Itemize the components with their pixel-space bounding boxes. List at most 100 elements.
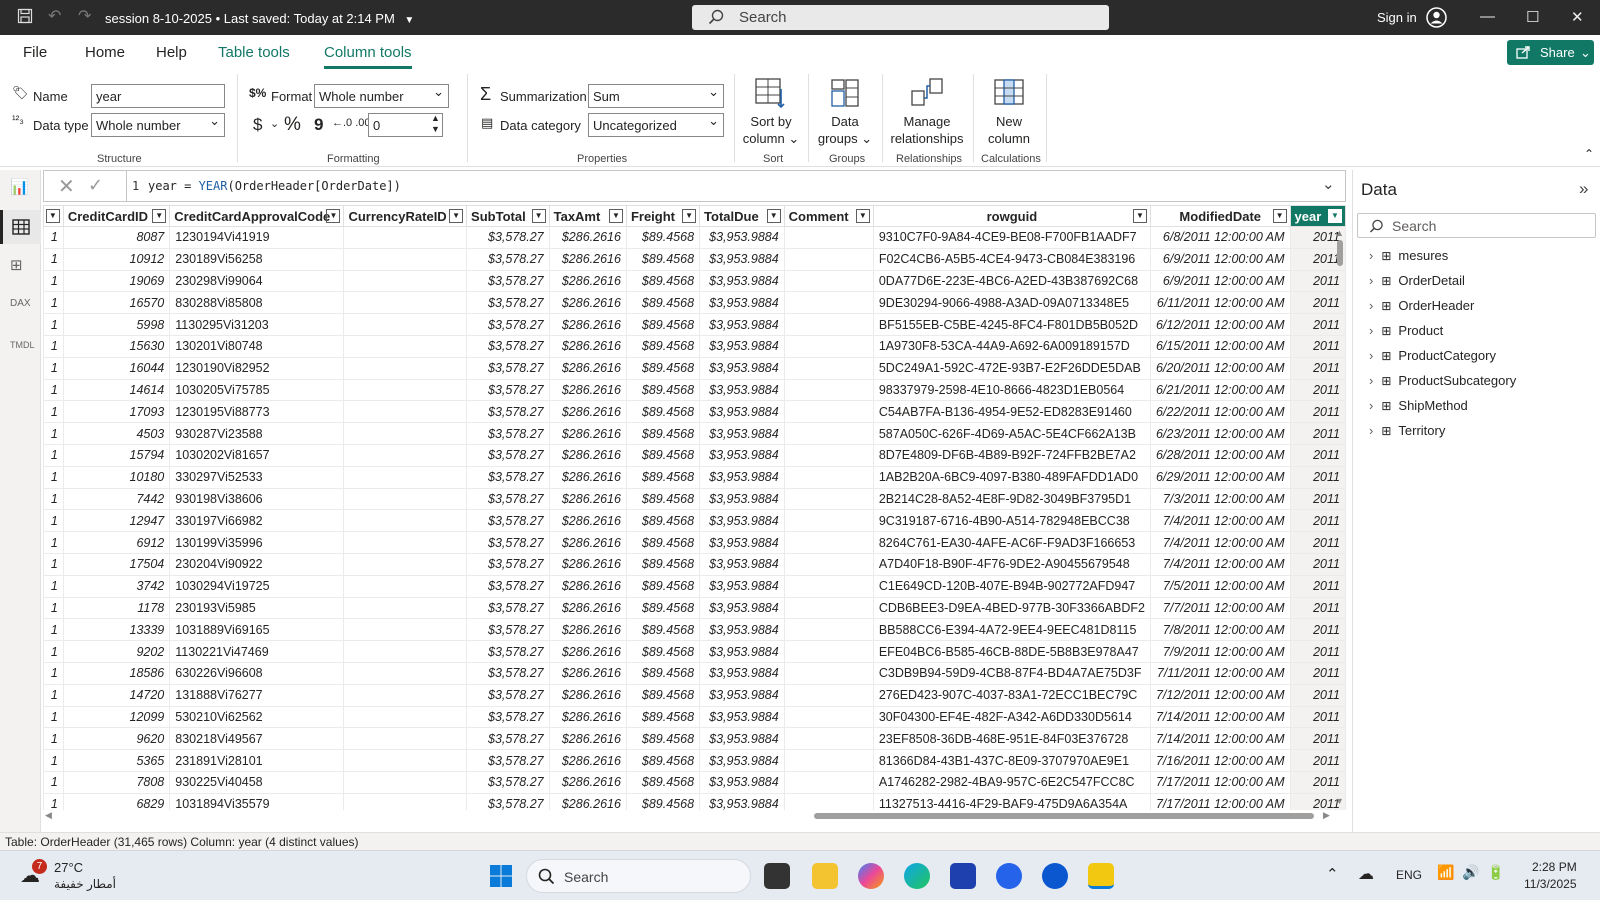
table-row[interactable]: 1 16044 1230190Vi82952 $3,578.27 $286.2616 $8… xyxy=(43,356,1346,380)
table-cell[interactable]: $3,953.9884 xyxy=(699,574,785,598)
table-cell[interactable]: 130199Vi35996 xyxy=(169,531,345,554)
chevron-right-icon[interactable]: › xyxy=(1369,348,1373,363)
column-header[interactable]: SubTotal ▼ xyxy=(466,205,550,227)
table-cell[interactable]: F02C4CB6-A5B5-4CE4-9473-CB084E383196 xyxy=(872,247,1151,271)
table-cell[interactable]: $3,953.9884 xyxy=(699,443,785,467)
table-cell[interactable]: $286.2616 xyxy=(548,313,627,336)
table-cell[interactable]: 5365 xyxy=(62,749,171,772)
row-cell-first[interactable]: 1 xyxy=(43,291,64,315)
table-cell[interactable]: $3,578.27 xyxy=(466,770,550,794)
table-cell[interactable]: $3,578.27 xyxy=(466,334,550,358)
table-cell[interactable]: 230189Vi56258 xyxy=(169,247,345,271)
table-cell[interactable] xyxy=(783,291,874,315)
table-cell[interactable]: 330297Vi52533 xyxy=(169,465,345,489)
row-cell-first[interactable]: 1 xyxy=(43,465,64,489)
file-explorer-icon[interactable] xyxy=(812,863,838,889)
commit-formula-icon[interactable]: ✓ xyxy=(88,175,103,196)
copilot-icon[interactable] xyxy=(858,863,884,889)
scroll-thumb[interactable] xyxy=(814,813,1314,819)
table-cell[interactable] xyxy=(343,291,468,315)
table-cell[interactable]: 7808 xyxy=(62,770,171,794)
table-cell[interactable]: 7/8/2011 12:00:00 AM xyxy=(1149,618,1291,642)
edge-icon[interactable] xyxy=(904,863,930,889)
table-cell[interactable]: 530210Vi62562 xyxy=(169,705,345,729)
table-cell[interactable] xyxy=(343,226,468,249)
volume-icon[interactable]: 🔊 xyxy=(1462,864,1479,881)
table-cell[interactable]: $3,953.9884 xyxy=(699,465,785,489)
table-row[interactable]: 1 16570 830288Vi85808 $3,578.27 $286.2616 $89… xyxy=(43,291,1346,315)
row-cell-first[interactable]: 1 xyxy=(43,247,64,271)
table-cell[interactable] xyxy=(783,749,874,772)
table-cell[interactable]: 8087 xyxy=(62,226,171,249)
table-cell[interactable]: $3,953.9884 xyxy=(699,378,785,402)
table-cell[interactable] xyxy=(783,378,874,402)
power-bi-icon[interactable] xyxy=(1088,863,1114,889)
filter-dropdown-icon[interactable]: ▼ xyxy=(766,209,781,223)
table-cell[interactable]: $3,953.9884 xyxy=(699,291,785,315)
table-cell[interactable]: $3,953.9884 xyxy=(699,749,785,772)
table-cell[interactable]: $286.2616 xyxy=(548,661,627,685)
table-cell[interactable] xyxy=(343,727,468,751)
table-row[interactable]: 1 3742 1030294Vi19725 $3,578.27 $286.2616 $89… xyxy=(43,574,1346,598)
data-pane-table-item[interactable]: › ⊞ OrderHeader xyxy=(1369,298,1474,313)
table-cell[interactable]: $3,578.27 xyxy=(466,661,550,685)
table-cell[interactable]: $286.2616 xyxy=(548,749,627,772)
table-cell[interactable] xyxy=(783,792,874,810)
table-cell[interactable]: 81366D84-43B1-437C-8E09-3707970AE9E1 xyxy=(872,749,1151,772)
minimize-icon[interactable]: — xyxy=(1480,8,1495,25)
save-icon[interactable] xyxy=(17,8,33,29)
weather-desc[interactable]: أمطار خفيفة xyxy=(54,877,116,891)
chevron-right-icon[interactable]: › xyxy=(1369,423,1373,438)
row-cell-first[interactable]: 1 xyxy=(43,443,64,467)
row-cell-first[interactable]: 1 xyxy=(43,269,64,293)
table-cell[interactable]: $286.2616 xyxy=(548,291,627,315)
row-cell-first[interactable]: 1 xyxy=(43,313,64,336)
weather-temp[interactable]: 27°C xyxy=(54,860,83,875)
summarization-select[interactable]: Sum xyxy=(588,84,724,108)
table-cell[interactable]: $286.2616 xyxy=(548,596,627,620)
table-cell[interactable]: 11327513-4416-4F29-BAF9-475D9A6A354A xyxy=(872,792,1151,810)
table-cell[interactable]: $89.4568 xyxy=(625,531,701,554)
table-cell[interactable]: 8264C761-EA30-4AFE-AC6F-F9AD3F166653 xyxy=(872,531,1151,554)
menu-file[interactable]: File xyxy=(23,44,47,61)
table-cell[interactable]: 7/14/2011 12:00:00 AM xyxy=(1149,705,1291,729)
table-cell[interactable] xyxy=(343,574,468,598)
table-cell[interactable] xyxy=(783,552,874,576)
table-cell[interactable]: $3,578.27 xyxy=(466,749,550,772)
chevron-right-icon[interactable]: › xyxy=(1369,373,1373,388)
data-pane-table-item[interactable]: › ⊞ OrderDetail xyxy=(1369,273,1465,288)
table-cell[interactable]: 6829 xyxy=(62,792,171,810)
table-cell[interactable]: $286.2616 xyxy=(548,465,627,489)
menu-column-tools[interactable]: Column tools xyxy=(324,44,412,69)
table-cell[interactable]: $3,578.27 xyxy=(466,443,550,467)
table-cell[interactable]: $3,578.27 xyxy=(466,269,550,293)
table-cell[interactable]: 1230195Vi88773 xyxy=(169,400,345,424)
table-cell[interactable]: C54AB7FA-B136-4954-9E52-ED8283E91460 xyxy=(872,400,1151,424)
table-cell[interactable]: $3,953.9884 xyxy=(699,247,785,271)
table-cell[interactable]: $3,953.9884 xyxy=(699,596,785,620)
chevron-right-icon[interactable]: › xyxy=(1369,323,1373,338)
table-cell[interactable]: 7/11/2011 12:00:00 AM xyxy=(1149,661,1291,685)
table-cell[interactable]: $3,953.9884 xyxy=(699,792,785,810)
table-row[interactable]: 1 14720 131888Vi76277 $3,578.27 $286.2616 $89… xyxy=(43,683,1346,707)
expand-formula-icon[interactable]: ⌄ xyxy=(1322,175,1335,193)
table-cell[interactable]: 5998 xyxy=(62,313,171,336)
table-cell[interactable]: $89.4568 xyxy=(625,247,701,271)
filter-dropdown-icon[interactable]: ▼ xyxy=(855,209,870,223)
table-cell[interactable] xyxy=(343,400,468,424)
row-cell-first[interactable]: 1 xyxy=(43,422,64,445)
table-cell[interactable] xyxy=(783,661,874,685)
row-cell-first[interactable]: 1 xyxy=(43,509,64,533)
table-cell[interactable] xyxy=(783,247,874,271)
table-cell[interactable]: 16570 xyxy=(62,291,171,315)
table-cell[interactable]: $3,578.27 xyxy=(466,683,550,707)
row-cell-first[interactable]: 1 xyxy=(43,683,64,707)
filter-dropdown-icon[interactable]: ▼ xyxy=(152,209,167,223)
table-cell[interactable]: 1130295Vi31203 xyxy=(169,313,345,336)
table-row[interactable]: 1 7442 930198Vi38606 $3,578.27 $286.2616 $89.… xyxy=(43,487,1346,511)
table-cell[interactable]: 6/9/2011 12:00:00 AM xyxy=(1149,247,1291,271)
table-cell[interactable]: 830218Vi49567 xyxy=(169,727,345,751)
table-cell[interactable]: 830288Vi85808 xyxy=(169,291,345,315)
table-cell[interactable] xyxy=(343,749,468,772)
clock-date[interactable]: 11/3/2025 xyxy=(1524,877,1577,891)
